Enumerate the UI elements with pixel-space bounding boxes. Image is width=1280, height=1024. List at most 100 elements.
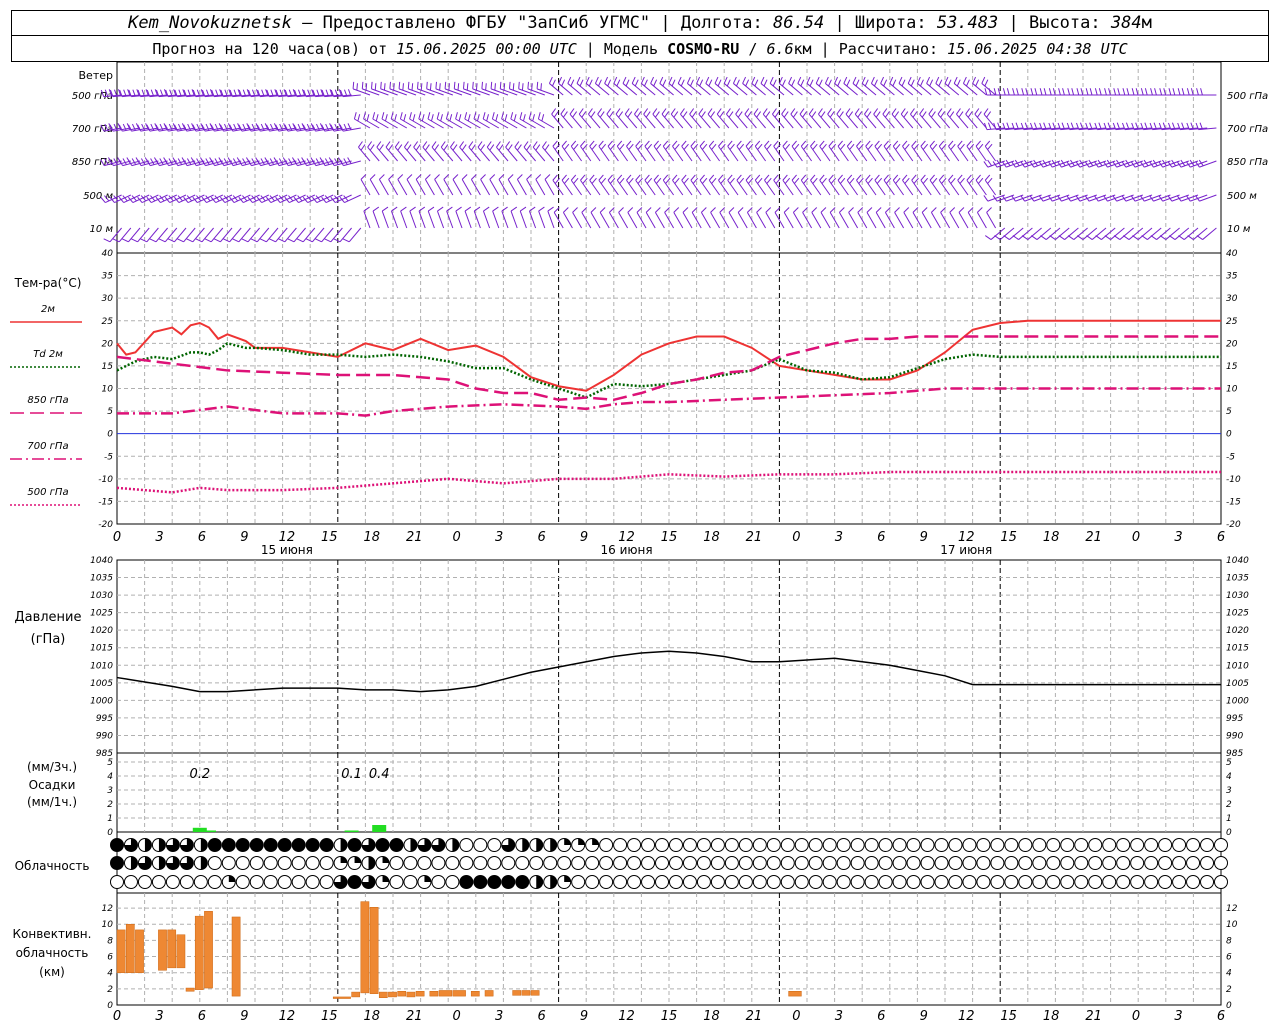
wind-level-label-left: 700 гПа [72, 124, 113, 135]
wind-barb-staff [523, 146, 536, 162]
cloud-cover-fill [250, 838, 264, 852]
wind-barb-flag [378, 144, 384, 151]
bottom-x-tick-label: 3 [155, 1009, 163, 1024]
wind-barb-flag [315, 238, 322, 243]
wind-barb-flag [1122, 88, 1126, 96]
wind-barb-flag [505, 141, 511, 148]
wind-barb-flag [461, 144, 467, 151]
wind-barb-flag [1040, 235, 1047, 240]
wind-barb-staff [846, 179, 859, 196]
wind-barb-flag [434, 144, 440, 151]
wind-barb-staff [635, 179, 647, 196]
wind-barb-flag [590, 207, 597, 213]
wind-barb-flag [644, 140, 650, 147]
wind-barb-flag [397, 144, 403, 151]
cloud-cover-symbol [249, 875, 264, 889]
pressure-tick-label-right: 1040 [1226, 556, 1249, 566]
wind-barb-flag [561, 174, 567, 181]
wind-barb-flag [907, 76, 912, 84]
cloud-cover-symbol [1088, 875, 1103, 889]
wind-barb-staff [791, 145, 803, 162]
wind-barb-staff [480, 179, 491, 196]
precipitation-tick-label-left: 4 [107, 772, 113, 782]
cloud-cover-fill [110, 838, 124, 852]
temperature-tick-label-right: -15 [1226, 497, 1241, 507]
wind-barb-flag [399, 112, 403, 120]
wind-barb-staff [948, 179, 960, 196]
wind-barb-staff [505, 146, 518, 162]
wind-barb-flag [1181, 88, 1185, 96]
wind-barb-flag [588, 108, 593, 115]
wind-barb-flag [920, 140, 926, 147]
wind-barb-flag [987, 122, 992, 130]
wind-barb-staff [986, 212, 997, 229]
x-tick-label: 15 [1000, 530, 1017, 545]
wind-barb-staff [626, 145, 638, 162]
x-tick-label: 3 [495, 530, 503, 545]
cloud-cover-symbol [738, 838, 753, 852]
wind-barb-flag [528, 112, 532, 120]
wind-barb-flag [950, 177, 956, 184]
cloud-cover-symbol [1130, 875, 1145, 889]
cloud-cover-symbol [1158, 875, 1173, 889]
wind-barb-staff [735, 113, 748, 129]
wind-barb-flag [420, 83, 423, 91]
cloud-cover-fill [459, 875, 473, 889]
wind-barb-flag [480, 174, 486, 180]
cloud-cover-symbol [1088, 856, 1103, 870]
convective-cloud-bar [204, 911, 213, 989]
temperature-panel-title: Тем-ра(°C) [14, 276, 82, 290]
wind-barb-flag [616, 174, 623, 181]
cloud-cover-symbol [655, 856, 670, 870]
cloud-cover-symbol [990, 875, 1005, 889]
wind-barb-flag [772, 79, 777, 87]
wind-barb-flag [619, 177, 625, 184]
wind-barb-flag [1104, 88, 1107, 96]
wind-barb-flag [1067, 235, 1075, 240]
wind-barb-flag [937, 108, 943, 115]
wind-barb-flag [772, 108, 777, 115]
convective-cloud-bar [351, 991, 361, 998]
cloud-cover-symbol [864, 856, 879, 870]
convective-panel-title-line: облачность [16, 946, 89, 960]
cloud-cover-fill [564, 838, 571, 845]
convective-tick-label-right: 2 [1226, 985, 1232, 995]
wind-barb-flag [912, 111, 918, 118]
wind-barb-flag [311, 159, 317, 166]
wind-barb-flag [269, 158, 275, 165]
cloud-cover-symbol [836, 838, 851, 852]
wind-barb-flag [827, 108, 833, 115]
wind-barb-flag [418, 206, 426, 212]
wind-barb-flag [552, 140, 558, 147]
wind-barb-flag [1049, 235, 1056, 240]
wind-barb-staff [644, 179, 656, 196]
wind-barb-flag [374, 83, 377, 91]
wind-barb-flag [634, 108, 639, 115]
wind-barb-staff [689, 113, 702, 129]
temperature-tick-label-right: 35 [1226, 272, 1238, 282]
cloud-cover-symbol [780, 838, 795, 852]
wind-barb-staff [398, 88, 417, 96]
wind-barb-flag [1012, 235, 1019, 240]
cloud-cover-fill [564, 875, 571, 882]
cloud-cover-symbol [934, 856, 949, 870]
wind-barb-staff [782, 179, 794, 196]
cloud-cover-fill [320, 838, 334, 852]
wind-barb-staff [436, 210, 445, 229]
wind-barb-flag [984, 79, 989, 87]
wind-barb-staff [427, 210, 435, 229]
wind-barb-staff [424, 179, 435, 196]
wind-barb-flag [372, 206, 380, 212]
wind-barb-flag [938, 79, 943, 87]
wind-barb-flag [404, 141, 409, 148]
wind-barb-flag [920, 174, 926, 181]
wind-barb-flag [849, 143, 855, 150]
wind-barb-flag [947, 79, 952, 87]
wind-barb-flag [531, 83, 533, 91]
wind-barb-flag [360, 144, 366, 151]
wind-barb-flag [391, 206, 398, 212]
wind-barb-flag [269, 238, 276, 243]
convective-cloud-bar [438, 990, 453, 997]
wind-barb-flag [1187, 235, 1194, 240]
wind-barb-flag [655, 207, 661, 213]
